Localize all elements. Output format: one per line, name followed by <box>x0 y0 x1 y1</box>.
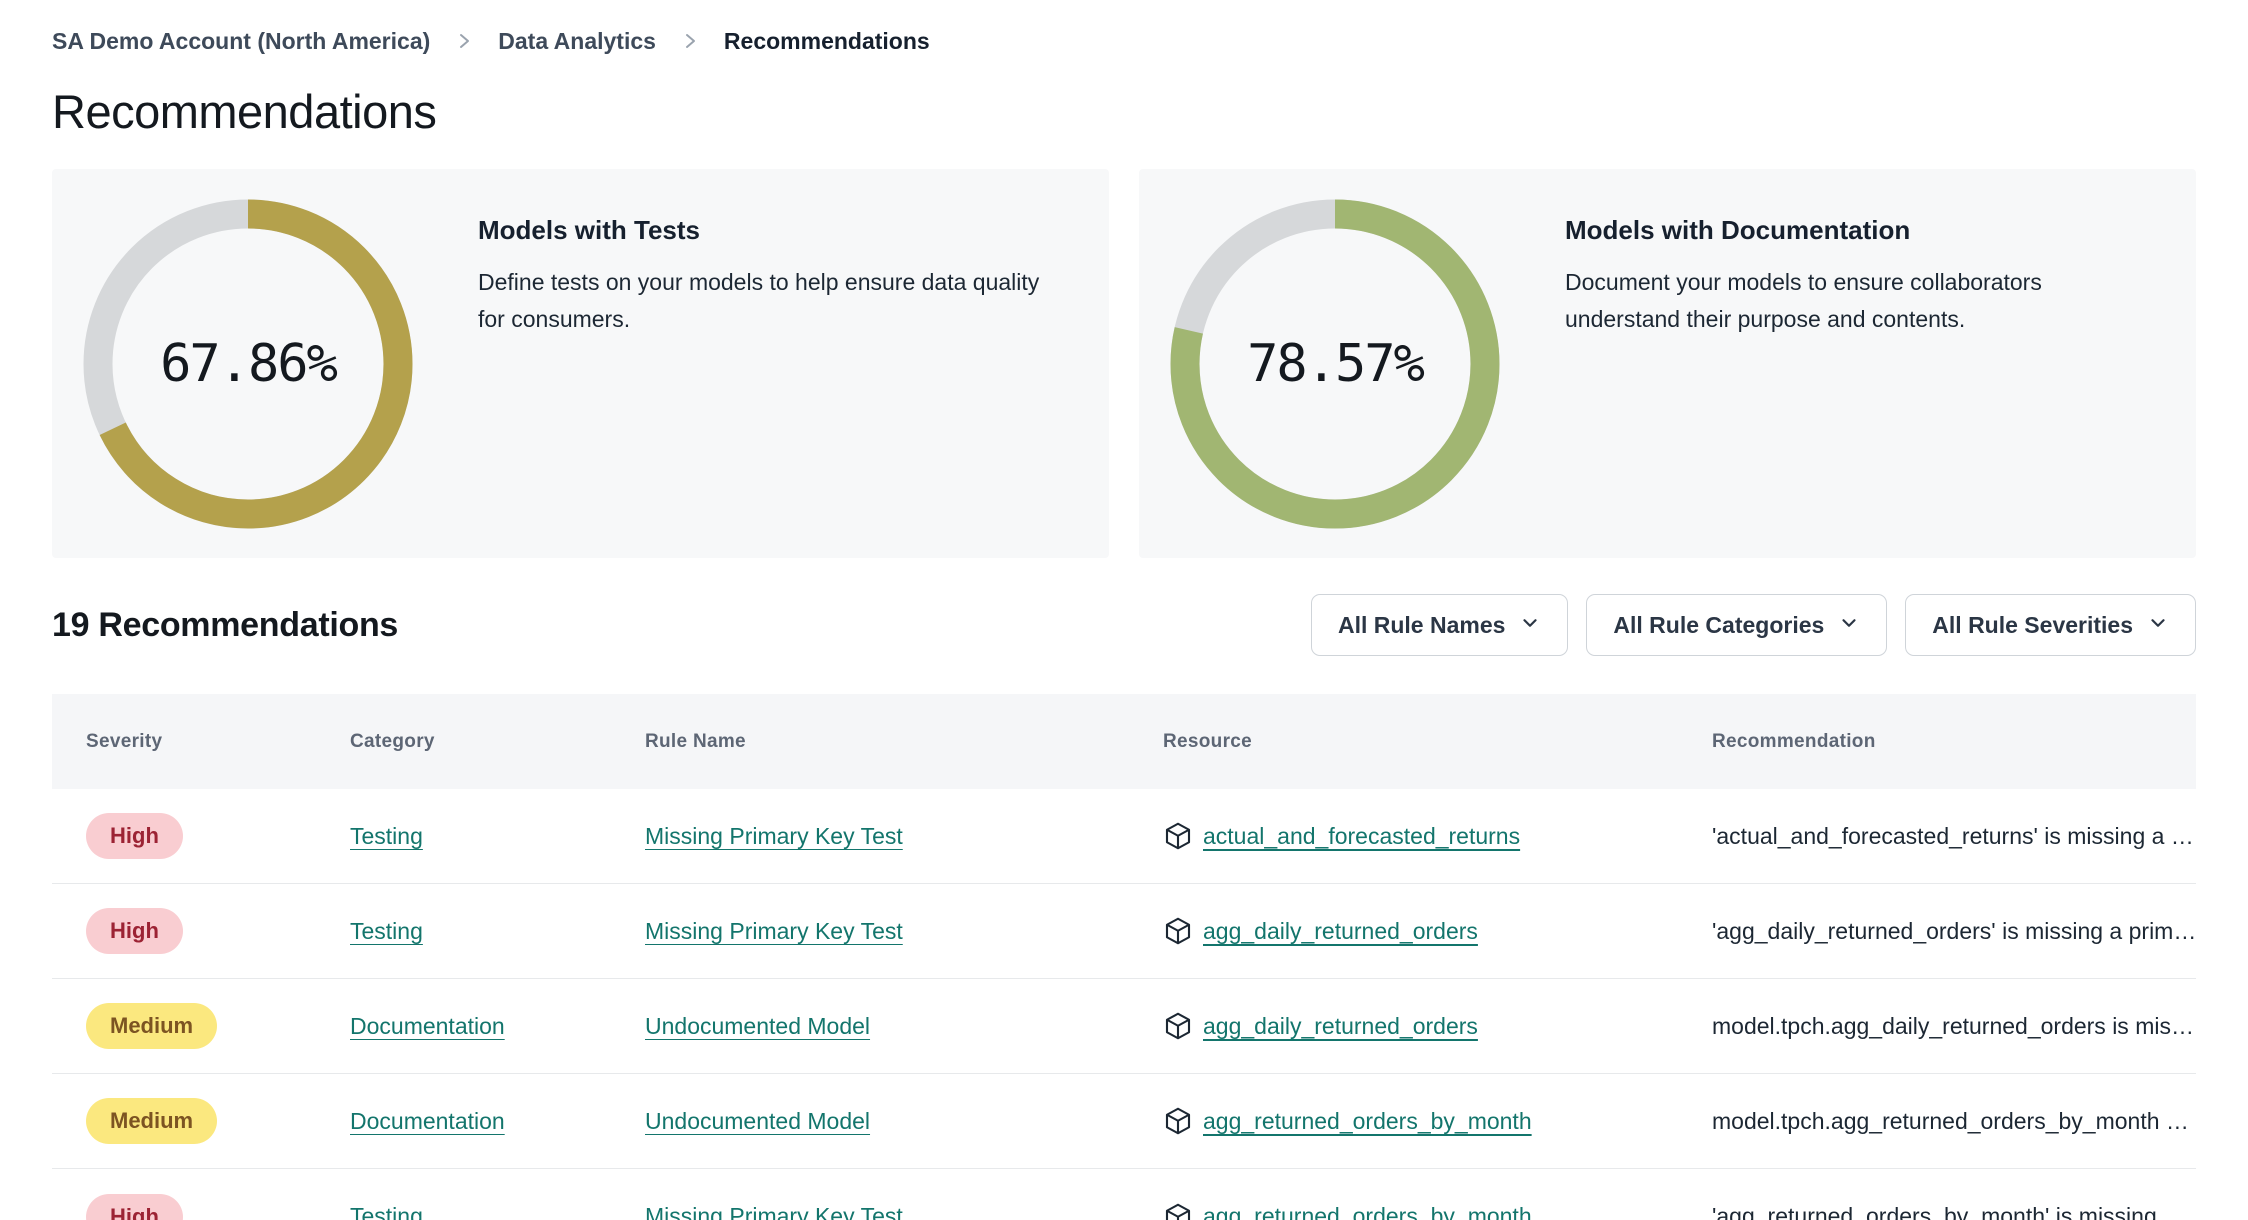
severity-cell: Medium <box>52 1003 316 1049</box>
recommendation-cell: 'agg_daily_returned_orders' is missing a… <box>1712 917 2196 944</box>
category-cell: Testing <box>316 1203 611 1220</box>
recommendation-cell: 'agg_returned_orders_by_month' is missin… <box>1712 1203 2187 1220</box>
category-cell: Documentation <box>316 1013 611 1040</box>
severity-badge: Medium <box>86 1098 218 1144</box>
rule-name-link[interactable]: Undocumented Model <box>645 1013 870 1039</box>
cube-icon <box>1163 1011 1193 1041</box>
models-with-documentation-card: 78.57% Models with Documentation Documen… <box>1139 169 2196 558</box>
rule-name-cell: Missing Primary Key Test <box>611 918 1129 945</box>
docs-card-text: Models with Documentation Document your … <box>1565 169 2156 338</box>
rule-name-cell: Missing Primary Key Test <box>611 1203 1129 1220</box>
cube-icon <box>1163 1202 1193 1220</box>
cube-icon <box>1163 821 1193 851</box>
breadcrumb-project[interactable]: Data Analytics <box>498 28 656 55</box>
severity-badge: High <box>86 813 183 859</box>
tests-percent-value: 67.86% <box>160 333 338 394</box>
docs-percent-value: 78.57% <box>1247 333 1425 394</box>
table-row: Medium Documentation Undocumented Model … <box>52 1074 2196 1169</box>
category-cell: Testing <box>316 823 611 850</box>
docs-donut-chart: 78.57% <box>1169 198 1501 530</box>
stat-cards: 67.86% Models with Tests Define tests on… <box>52 169 2196 558</box>
docs-card-title: Models with Documentation <box>1565 215 1911 245</box>
table-row: High Testing Missing Primary Key Test ag… <box>52 884 2196 979</box>
recommendations-page: SA Demo Account (North America) Data Ana… <box>0 0 2248 1220</box>
rule-name-link[interactable]: Undocumented Model <box>645 1108 870 1134</box>
rule-names-filter-dropdown[interactable]: All Rule Names <box>1310 594 1569 656</box>
chevron-down-icon <box>1519 610 1541 640</box>
rule-severities-filter-label: All Rule Severities <box>1932 611 2133 638</box>
column-header-severity: Severity <box>86 730 163 752</box>
tests-card-title: Models with Tests <box>478 215 700 245</box>
list-header: 19 Recommendations All Rule Names All Ru… <box>52 594 2196 656</box>
cube-icon <box>1163 916 1193 946</box>
rule-name-cell: Undocumented Model <box>611 1108 1129 1135</box>
resource-cell: actual_and_forecasted_returns <box>1129 821 1678 851</box>
resource-link[interactable]: agg_returned_orders_by_month <box>1203 1108 1532 1135</box>
category-link[interactable]: Testing <box>350 1203 423 1220</box>
resource-cell: agg_daily_returned_orders <box>1129 916 1678 946</box>
rule-name-cell: Undocumented Model <box>611 1013 1129 1040</box>
tests-card-description: Define tests on your models to help ensu… <box>478 269 1040 332</box>
table-header-row: Severity Category Rule Name Resource Rec… <box>52 694 2196 789</box>
column-header-recommendation: Recommendation <box>1712 730 1876 752</box>
recommendation-cell: 'actual_and_forecasted_returns' is missi… <box>1712 822 2194 849</box>
table-row: High Testing Missing Primary Key Test ag… <box>52 1169 2196 1220</box>
column-header-category: Category <box>350 730 435 752</box>
filter-bar: All Rule Names All Rule Categories All R… <box>1310 594 2196 656</box>
rule-name-link[interactable]: Missing Primary Key Test <box>645 1203 903 1220</box>
rule-name-link[interactable]: Missing Primary Key Test <box>645 823 903 849</box>
recommendation-cell: model.tpch.agg_returned_orders_by_month … <box>1712 1107 2189 1134</box>
severity-cell: High <box>52 908 316 954</box>
table-row: Medium Documentation Undocumented Model … <box>52 979 2196 1074</box>
severity-cell: High <box>52 1193 316 1220</box>
chevron-right-icon <box>456 29 472 53</box>
page-title: Recommendations <box>52 85 437 138</box>
category-cell: Testing <box>316 918 611 945</box>
docs-card-description: Document your models to ensure collabora… <box>1565 269 2042 332</box>
category-link[interactable]: Testing <box>350 918 423 944</box>
chevron-down-icon <box>1838 610 1860 640</box>
recommendations-table: Severity Category Rule Name Resource Rec… <box>52 694 2196 1220</box>
resource-link[interactable]: agg_daily_returned_orders <box>1203 918 1478 945</box>
recommendation-cell: model.tpch.agg_daily_returned_orders is … <box>1712 1012 2194 1039</box>
table-row: High Testing Missing Primary Key Test ac… <box>52 789 2196 884</box>
resource-cell: agg_returned_orders_by_month <box>1129 1106 1678 1136</box>
table-body: High Testing Missing Primary Key Test ac… <box>52 789 2196 1220</box>
category-link[interactable]: Documentation <box>350 1013 505 1039</box>
rule-severities-filter-dropdown[interactable]: All Rule Severities <box>1905 594 2196 656</box>
rule-categories-filter-dropdown[interactable]: All Rule Categories <box>1586 594 1888 656</box>
recommendations-count: 19 Recommendations <box>52 605 399 644</box>
resource-link[interactable]: actual_and_forecasted_returns <box>1203 823 1520 850</box>
breadcrumb: SA Demo Account (North America) Data Ana… <box>52 24 2196 58</box>
resource-link[interactable]: agg_returned_orders_by_month <box>1203 1203 1532 1220</box>
resource-cell: agg_daily_returned_orders <box>1129 1011 1678 1041</box>
rule-names-filter-label: All Rule Names <box>1337 611 1506 638</box>
rule-name-cell: Missing Primary Key Test <box>611 823 1129 850</box>
severity-badge: Medium <box>86 1003 218 1049</box>
category-cell: Documentation <box>316 1108 611 1135</box>
chevron-right-icon <box>682 29 698 53</box>
cube-icon <box>1163 1106 1193 1136</box>
resource-link[interactable]: agg_daily_returned_orders <box>1203 1013 1478 1040</box>
tests-card-text: Models with Tests Define tests on your m… <box>478 169 1069 338</box>
breadcrumb-current: Recommendations <box>723 27 930 54</box>
resource-cell: agg_returned_orders_by_month <box>1129 1202 1678 1220</box>
severity-cell: Medium <box>52 1098 316 1144</box>
column-header-resource: Resource <box>1163 730 1252 752</box>
models-with-tests-card: 67.86% Models with Tests Define tests on… <box>52 169 1109 558</box>
rule-categories-filter-label: All Rule Categories <box>1613 611 1825 638</box>
severity-cell: High <box>52 813 316 859</box>
tests-donut-chart: 67.86% <box>82 198 414 530</box>
chevron-down-icon <box>2147 610 2169 640</box>
category-link[interactable]: Documentation <box>350 1108 505 1134</box>
severity-badge: High <box>86 1193 183 1220</box>
severity-badge: High <box>86 908 183 954</box>
rule-name-link[interactable]: Missing Primary Key Test <box>645 918 903 944</box>
category-link[interactable]: Testing <box>350 823 423 849</box>
breadcrumb-account[interactable]: SA Demo Account (North America) <box>52 28 430 55</box>
column-header-rule-name: Rule Name <box>645 730 746 752</box>
